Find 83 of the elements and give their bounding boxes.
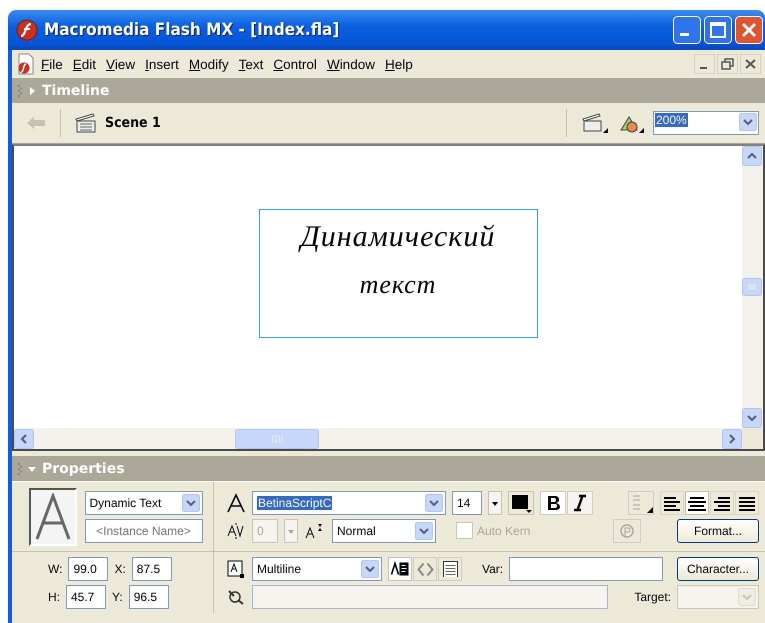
caret-icon[interactable] [361,560,379,578]
menu-item[interactable]: Help [380,54,418,74]
clapperboard-icon [75,113,97,133]
text-color-swatch[interactable] [508,490,534,514]
baseline-dropdown[interactable]: Normal [332,518,436,542]
scroll-left-button[interactable] [14,428,34,448]
minimize-button[interactable] [673,16,701,44]
menu-item[interactable]: View [101,54,140,74]
html-toggle[interactable] [413,556,437,580]
align-center-button[interactable] [685,490,709,514]
size-slider-button[interactable] [488,490,502,514]
font-size-field[interactable]: 14 [452,490,482,514]
caret-icon[interactable] [425,494,443,512]
line-type-icon [226,558,246,578]
scrollbar-thumb[interactable] [235,428,320,448]
grip-icon[interactable] [18,462,22,476]
field-label: Var: [482,562,504,576]
grip-icon[interactable] [18,84,22,98]
edit-scene-icon[interactable] [581,112,609,134]
menu-item[interactable]: Control [268,54,322,74]
tracking-icon [226,520,246,540]
html-icon [416,560,434,576]
restore-document-button[interactable] [717,54,738,74]
scrollbar-corner [742,428,763,449]
checkbox-label: Auto Kern [477,524,530,538]
text-line: текст [360,270,436,300]
field-label: W: [48,562,62,576]
flash-logo-icon [16,19,38,41]
scrollbar-thumb[interactable] [742,278,762,296]
text-type-dropdown[interactable]: Dynamic Text [84,490,202,514]
h-field[interactable]: 45.7 [66,584,106,608]
x-field[interactable]: 87.5 [132,556,172,580]
menu-item[interactable]: Edit [68,54,102,74]
text-field[interactable]: Динамический текст [258,209,538,338]
align-justify-button[interactable] [735,490,759,514]
caret-icon[interactable] [182,494,200,512]
menu-item[interactable]: Modify [184,54,234,74]
url-field[interactable] [252,584,608,608]
line-type-dropdown[interactable]: Multiline [252,556,382,580]
w-field[interactable]: 99.0 [68,556,108,580]
instance-name-field[interactable]: <Instance Name> [84,518,202,542]
font-dropdown[interactable]: BetinaScriptC [252,490,446,514]
menu-item[interactable]: Text [234,54,268,74]
menu-item[interactable]: Insert [140,54,184,74]
scroll-up-button[interactable] [742,146,762,166]
minimize-document-button[interactable] [694,54,715,74]
expand-arrow-icon[interactable] [27,86,37,96]
border-icon [441,560,459,576]
close-document-button[interactable] [740,54,761,74]
window-title: Macromedia Flash MX - [Index.fla] [44,20,340,40]
scene-label: Scene 1 [105,115,161,131]
border-toggle[interactable] [438,556,462,580]
vertical-scrollbar[interactable] [742,146,763,428]
maximize-button[interactable] [704,16,732,44]
align-left-button[interactable] [660,490,684,514]
scroll-right-button[interactable] [722,428,742,448]
italic-button[interactable] [567,490,593,514]
selectable-icon [391,560,409,576]
scroll-down-button[interactable] [742,408,762,428]
close-button[interactable] [735,16,763,44]
document-icon [16,53,36,75]
field-label: Target: [634,590,671,604]
horizontal-scrollbar[interactable] [14,428,742,449]
field-label: Y: [112,590,123,604]
character-button[interactable]: Character... [677,556,759,580]
tracking-dropdown-button[interactable] [284,518,298,542]
selectable-toggle[interactable] [388,556,412,580]
zoom-dropdown[interactable]: 200% [653,111,759,135]
caret-icon[interactable] [415,522,433,540]
caret-icon[interactable] [739,113,757,131]
menu-item[interactable]: File [36,54,68,74]
format-button[interactable]: Format... [677,518,759,542]
align-right-button[interactable] [710,490,734,514]
text-line: Динамический [300,220,496,254]
field-label: X: [114,562,126,576]
y-field[interactable]: 96.5 [128,584,169,608]
text-direction-icon[interactable] [628,490,654,514]
bold-button[interactable] [540,490,566,514]
menu-item[interactable]: Window [322,54,380,74]
field-label: H: [48,590,60,604]
variable-field[interactable] [509,556,664,580]
auto-kern-checkbox[interactable] [456,522,473,539]
font-icon [226,492,246,512]
